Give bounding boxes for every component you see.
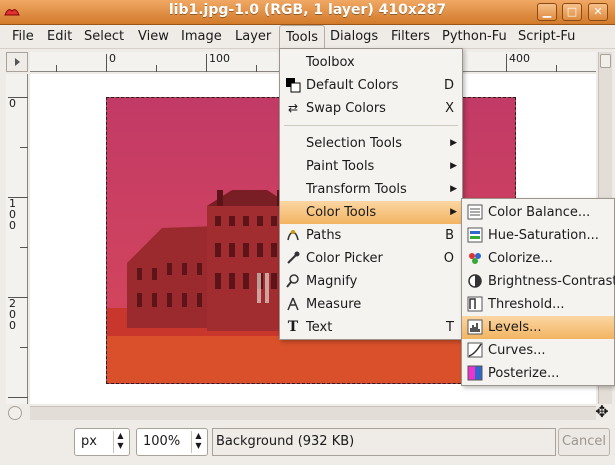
ruler-label: 400 [509,52,530,65]
color-picker-icon [285,250,301,266]
menu-item-transform-tools[interactable]: Transform Tools ▶ [280,178,462,201]
menu-item-text[interactable]: T Text T [280,316,462,339]
window-title: lib1.jpg-1.0 (RGB, 1 layer) 410x287 [168,2,447,18]
menu-item-levels[interactable]: Levels... [462,316,614,339]
spin-arrows-icon: ▲ ▼ [191,431,205,453]
zoom-selector[interactable]: 100% ▲ ▼ [136,428,208,456]
vertical-ruler[interactable]: 0 100 200 [6,74,28,404]
menu-separator [284,125,458,126]
menu-item-color-tools[interactable]: Color Tools ▶ [280,201,462,224]
color-balance-icon [467,204,483,220]
vertical-ruler-ticks [8,97,28,398]
hue-saturation-icon [467,227,483,243]
menu-item-paths[interactable]: Paths B [280,224,462,247]
menu-filters[interactable]: Filters [385,25,436,49]
cancel-button[interactable]: Cancel [558,428,610,456]
submenu-arrow-icon: ▶ [450,161,457,171]
unit-selector[interactable]: px ▲ ▼ [74,428,130,456]
spin-arrows-icon: ▲ ▼ [113,431,127,453]
menu-item-posterize[interactable]: Posterize... [462,362,614,385]
ruler-label: 100 [209,52,230,65]
menu-item-paint-tools[interactable]: Paint Tools ▶ [280,155,462,178]
menu-python-fu[interactable]: Python-Fu [436,25,513,49]
curves-icon [467,342,483,358]
colorize-icon [467,250,483,266]
ruler-label: 0 [9,97,16,110]
title-bar[interactable]: lib1.jpg-1.0 (RGB, 1 layer) 410x287 ▁ □ … [0,0,615,25]
brightness-contrast-icon [467,273,483,289]
menu-view[interactable]: View [132,25,175,49]
menu-item-color-picker[interactable]: Color Picker O [280,247,462,270]
menu-item-colorize[interactable]: Colorize... [462,247,614,270]
maximize-button[interactable]: □ [562,3,582,21]
menu-item-curves[interactable]: Curves... [462,339,614,362]
ruler-label: 100 [9,197,16,232]
menu-item-hue-saturation[interactable]: Hue-Saturation... [462,224,614,247]
menu-item-color-balance[interactable]: Color Balance... [462,201,614,224]
menu-arrow-icon [15,58,20,66]
measure-icon [285,296,301,312]
menu-edit[interactable]: Edit [41,25,78,49]
close-button[interactable]: ✕ [588,3,608,21]
horizontal-scrollbar[interactable] [30,406,596,420]
tools-menu: Toolbox Default Colors D ⇄ Swap Colors X… [279,48,463,340]
menu-item-selection-tools[interactable]: Selection Tools ▶ [280,132,462,155]
menubar: File Edit Select View Image Layer Tools … [0,25,615,49]
color-tools-submenu: Color Balance... Hue-Saturation... Color… [461,198,615,386]
submenu-arrow-icon: ▶ [450,184,457,194]
zoom-toggle-button[interactable] [8,406,22,420]
menu-tools[interactable]: Tools [279,25,326,49]
menu-item-brightness-contrast[interactable]: Brightness-Contrast [462,270,615,293]
menu-file[interactable]: File [6,25,40,49]
magnify-icon [285,273,301,289]
navigate-icon[interactable]: ✥ [594,404,610,420]
text-icon: T [287,319,299,335]
menu-image[interactable]: Image [175,25,228,49]
ruler-label: 0 [109,52,116,65]
zoom-value: 100% [143,434,181,449]
menu-item-threshold[interactable]: Threshold... [462,293,614,316]
quick-mask-toggle[interactable] [6,52,28,72]
menu-layer[interactable]: Layer [229,25,277,49]
submenu-arrow-icon: ▶ [450,207,457,217]
posterize-icon [467,365,483,381]
ruler-label: 200 [9,297,16,332]
menu-select[interactable]: Select [78,25,130,49]
default-colors-icon [285,77,301,93]
menu-item-toolbox[interactable]: Toolbox [280,51,462,74]
levels-icon [467,319,483,335]
status-bar: px ▲ ▼ 100% ▲ ▼ Background (932 KB) Cancel [0,424,615,465]
submenu-arrow-icon: ▶ [450,138,457,148]
menu-item-swap-colors[interactable]: ⇄ Swap Colors X [280,97,462,120]
minimize-button[interactable]: ▁ [537,3,557,21]
menu-script-fu[interactable]: Script-Fu [512,25,581,49]
nav-up-button[interactable] [600,54,611,68]
menu-item-default-colors[interactable]: Default Colors D [280,74,462,97]
unit-value: px [81,434,97,449]
menu-item-magnify[interactable]: Magnify [280,270,462,293]
swap-colors-icon: ⇄ [287,101,299,115]
menu-item-measure[interactable]: Measure [280,293,462,316]
threshold-icon [467,296,483,312]
menu-dialogs[interactable]: Dialogs [324,25,384,49]
paths-icon [285,227,301,243]
status-message: Background (932 KB) [212,428,556,456]
